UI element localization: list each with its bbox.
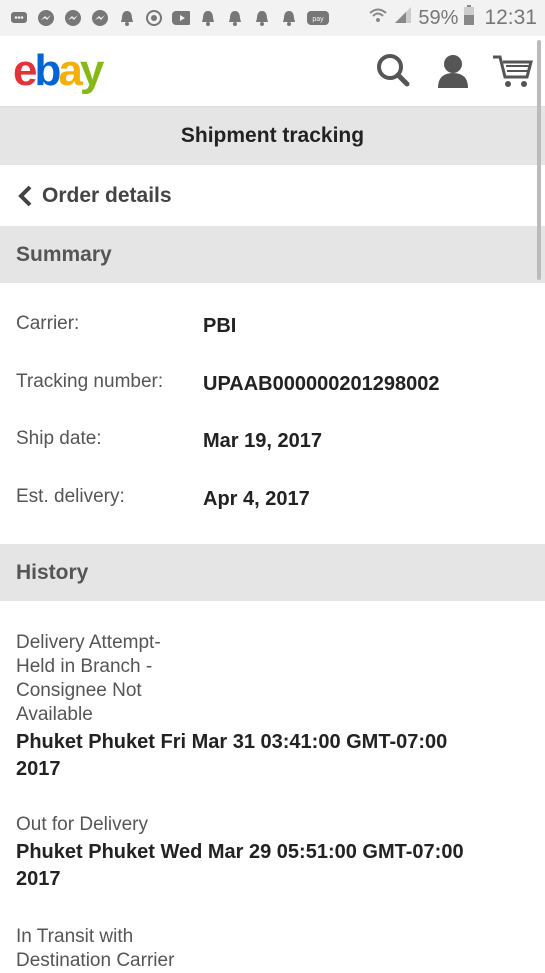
bell-icon <box>280 9 298 27</box>
search-icon[interactable] <box>374 52 412 90</box>
back-to-order-details[interactable]: Order details <box>0 166 545 226</box>
history-event: In Transit with Destination Carrier <box>16 925 526 973</box>
ebay-logo[interactable]: ebay <box>13 46 104 96</box>
ship-date-value: Mar 19, 2017 <box>203 430 322 452</box>
account-icon[interactable] <box>434 52 472 90</box>
carrier-row: Carrier: PBI <box>0 313 545 343</box>
bell-icon <box>253 9 271 27</box>
signal-icon <box>394 6 412 30</box>
bell-icon <box>199 9 217 27</box>
scrollbar[interactable] <box>537 40 541 280</box>
event-status: Delivery Attempt- Held in Branch - Consi… <box>16 632 161 725</box>
tracking-number-row: Tracking number: UPAAB000000201298002 <box>0 371 545 401</box>
est-delivery-row: Est. delivery: Apr 4, 2017 <box>0 486 545 516</box>
est-delivery-value: Apr 4, 2017 <box>203 488 310 510</box>
ship-date-row: Ship date: Mar 19, 2017 <box>0 428 545 458</box>
clock: 12:31 <box>484 6 537 29</box>
back-label: Order details <box>42 184 172 207</box>
bell-icon <box>226 9 244 27</box>
status-bar: pay 59% 12:31 <box>0 0 545 36</box>
pay-icon: pay <box>307 9 329 27</box>
battery-icon <box>464 5 475 31</box>
tracking-number-label: Tracking number: <box>16 371 164 392</box>
sync-icon <box>145 9 163 27</box>
history-event: Delivery Attempt- Held in Branch - Consi… <box>16 631 526 783</box>
history-event: Out for Delivery Phuket Phuket Wed Mar 2… <box>16 813 526 893</box>
app-header: ebay <box>0 36 545 107</box>
event-status: Out for Delivery <box>16 814 148 835</box>
messages-icon <box>10 9 28 27</box>
event-location-time: Phuket Phuket Wed Mar 29 05:51:00 GMT-07… <box>16 841 464 890</box>
page-title: Shipment tracking <box>0 107 545 165</box>
est-delivery-label: Est. delivery: <box>16 486 125 507</box>
event-status: In Transit with Destination Carrier <box>16 926 175 971</box>
tracking-number-value: UPAAB000000201298002 <box>203 373 440 395</box>
wifi-icon <box>368 6 388 30</box>
status-right: 59% 12:31 <box>368 5 537 31</box>
messenger-icon <box>91 9 109 27</box>
history-heading: History <box>0 544 545 601</box>
battery-percent: 59% <box>418 6 459 29</box>
chevron-left-icon <box>18 185 32 207</box>
notification-icons: pay <box>10 9 368 27</box>
carrier-label: Carrier: <box>16 313 80 334</box>
summary-heading: Summary <box>0 226 545 283</box>
youtube-icon <box>172 9 190 27</box>
ship-date-label: Ship date: <box>16 428 102 449</box>
cart-icon[interactable] <box>492 52 534 90</box>
bell-icon <box>118 9 136 27</box>
carrier-value: PBI <box>203 315 237 337</box>
event-location-time: Phuket Phuket Fri Mar 31 03:41:00 GMT-07… <box>16 731 448 780</box>
messenger-icon <box>37 9 55 27</box>
svg-text:pay: pay <box>312 16 324 23</box>
messenger-icon <box>64 9 82 27</box>
